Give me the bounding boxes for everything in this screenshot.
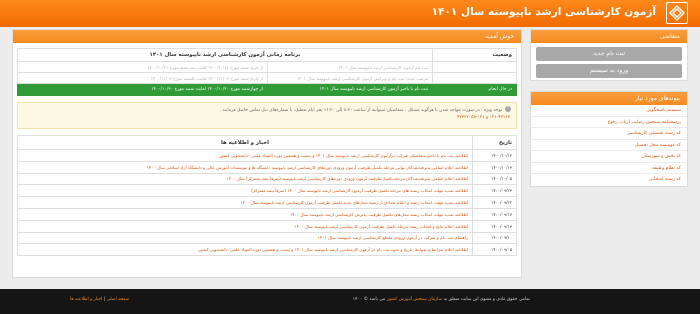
schedule-table: وضعیت برنامه زمانی آزمون کارشناسی ارشد ن… xyxy=(17,48,517,96)
support-notice: ! توجه ویژه : در صورت مواجه شدن با هرگون… xyxy=(17,102,517,129)
site-title: آزمون کارشناسی ارشد ناپیوسته سال ۱۴۰۱ xyxy=(431,6,656,18)
news-link[interactable]: اطلاعیه اعلام اسامی پذیرفته‌شدگان نهایی … xyxy=(17,160,473,174)
news-link[interactable]: اطلاعیه اعلام نتایج و انتخاب رشته مرحله … xyxy=(17,219,473,233)
news-row: ۱۴۰۰/۱۰/۰۵ اطلاعیه اعلام اسامی پذیرفته‌ش… xyxy=(17,172,517,186)
news-date: ۱۴۰۰/۱۰/۱۲ xyxy=(472,149,517,162)
link-exam-field-code[interactable]: کد رشته امتحانی xyxy=(531,174,687,186)
sidebar: متقاضی ثبت نام جدید ورود به سیستم پیونده… xyxy=(530,29,688,187)
news-link[interactable]: اطلاعیه اعلام شرایط و ضوابط، تاریخ و نحو… xyxy=(17,243,473,257)
org-link[interactable]: سازمان سنجش آموزش کشور xyxy=(387,297,442,302)
news-row: ۱۴۰۰/۰۹/۲۲ اطلاعیه تمدید مهلت انتخاب رشت… xyxy=(17,196,517,209)
footer-separator: | xyxy=(103,297,106,302)
news-link[interactable]: اطلاعیه تمدید مهلت انتخاب رشته و اعلام ت… xyxy=(17,196,473,209)
notice-text: توجه ویژه : در صورت مواجه شدن با هرگونه … xyxy=(219,108,502,113)
footer-home-link[interactable]: صفحه اصلی xyxy=(107,297,130,302)
news-date: ۱۴۰۰/۰۹/۲۳ xyxy=(472,184,517,198)
link-institute-code[interactable]: کد موسسه محل تحصیل xyxy=(531,140,687,151)
schedule-title-header: برنامه زمانی آزمون کارشناسی ارشد ناپیوست… xyxy=(17,48,433,62)
news-row: ۱۴۰۰/۱۰/۱۳ اطلاعیه اعلام اسامی پذیرفته‌ش… xyxy=(17,160,517,174)
news-row: ۱۴۰۰/۰۹/۱۳ اطلاعیه اعلام نتایج و انتخاب … xyxy=(17,219,517,233)
info-icon: ! xyxy=(505,106,511,112)
schedule-row: ثبت نام آزمون کارشناسی ارشد ناپیوسته سال… xyxy=(17,61,517,73)
site-header: آزمون کارشناسی ارشد ناپیوسته سال ۱۴۰۱ xyxy=(0,0,700,27)
news-title-header: اخبار و اطلاعیه ها xyxy=(17,135,473,150)
link-satisfaction-survey[interactable]: پرسشنامه سنجش رضایت ارباب رجوع xyxy=(531,117,687,128)
applicant-panel: متقاضی ثبت نام جدید ورود به سیستم xyxy=(530,29,688,81)
news-row: ۱۴۰۰/۰۹/۰۵ اطلاعیه اعلام شرایط و ضوابط، … xyxy=(17,243,517,257)
schedule-status-header: وضعیت xyxy=(432,48,517,62)
news-date: ۱۴۰۰/۱۰/۰۵ xyxy=(472,172,517,186)
schedule-active-row: در حال انجام ثبت نام با تاخیر آزمون کارش… xyxy=(17,83,517,96)
news-date: ۱۴۰۰/۰۹/۱۷ xyxy=(472,207,517,221)
link-bachelor-field-code[interactable]: کد رشته تحصیلی کارشناسی xyxy=(531,128,687,140)
link-district-city-code[interactable]: کد بخش و شهرستان xyxy=(531,151,687,163)
schedule-row-title: فرصت مجدد ثبت نام و ویرایش آزمون کارشناس… xyxy=(267,72,433,84)
schedule-row: فرصت مجدد ثبت نام و ویرایش آزمون کارشناس… xyxy=(17,72,517,84)
news-date: ۱۴۰۰/۰۹/۱۰ xyxy=(472,231,517,245)
useful-links-heading: پیوندهای مورد نیاز xyxy=(531,92,687,105)
schedule-active-title: ثبت نام با تاخیر آزمون کارشناسی ارشد ناپ… xyxy=(267,83,433,96)
copyright-year: می باشد © ۱۴۰۰ xyxy=(352,297,386,302)
news-link[interactable]: اطلاعیه اعلام اسامی پذیرفته‌شدگان مرحله … xyxy=(17,172,473,186)
schedule-row-date: از تاریخ شنبه مورخ ۱۴۰۰/۱۱/۰۲ لغایت یکشن… xyxy=(17,72,268,84)
welcome-heading: خوش آمدید xyxy=(13,30,521,43)
schedule-active-status: در حال انجام xyxy=(432,83,517,96)
footer-nav: صفحه اصلی | اخبار و اطلاعیه ها xyxy=(70,297,129,302)
notice-phones: ۰۲۱-۴۲۱۶۳ و ۰۲۱-۴۲۳۲۲۰۵۸ xyxy=(457,115,510,120)
schedule-row-title: ثبت نام آزمون کارشناسی ارشد ناپیوسته سال… xyxy=(267,61,433,73)
schedule-active-date: از چهارشنبه مورخ ۱۴۰۰/۱۰/۲۰ لغایت شنبه م… xyxy=(17,83,268,96)
news-link[interactable]: اطلاعیه تمدید مهلت انتخاب رشته محل‌های ت… xyxy=(17,207,473,221)
news-row: ۱۴۰۰/۰۹/۲۳ اطلاعیه تمدید مهلت انتخاب رشت… xyxy=(17,184,517,198)
footer-copyright: تمامی حقوق مادی و معنوی این سایت متعلق ب… xyxy=(353,297,530,302)
news-row: ۱۴۰۰/۰۹/۱۷ اطلاعیه تمدید مهلت انتخاب رشت… xyxy=(17,207,517,221)
useful-links-list: سیستم پاسخگویی پرسشنامه سنجش رضایت ارباب… xyxy=(531,105,687,186)
schedule-row-date: از تاریخ شنبه مورخ ۱۴۰۰/۱۰/۱۱ لغایت سه ش… xyxy=(17,61,268,73)
footer-news-link[interactable]: اخبار و اطلاعیه ها xyxy=(70,297,102,302)
news-header-row: تاریخ اخبار و اطلاعیه ها xyxy=(17,135,517,150)
site-logo-icon[interactable] xyxy=(666,2,688,24)
link-support-system[interactable]: سیستم پاسخگویی xyxy=(531,105,687,117)
news-row: ۱۴۰۰/۱۰/۱۲ اطلاعیه ثبت نام با تاخیر متقا… xyxy=(17,149,517,162)
schedule-row-status xyxy=(432,61,517,73)
copyright-text: تمامی حقوق مادی و معنوی این سایت متعلق ب… xyxy=(443,297,530,302)
news-table: تاریخ اخبار و اطلاعیه ها ۱۴۰۰/۱۰/۱۲ اطلا… xyxy=(17,135,517,257)
news-date: ۱۴۰۰/۰۹/۰۵ xyxy=(472,243,517,257)
schedule-header-row: وضعیت برنامه زمانی آزمون کارشناسی ارشد ن… xyxy=(17,48,517,62)
news-row: ۱۴۰۰/۰۹/۱۰ راهنمای ثبت نام و شرکت در آزم… xyxy=(17,231,517,245)
news-date: ۱۴۰۰/۰۹/۲۲ xyxy=(472,196,517,209)
schedule-row-status xyxy=(432,72,517,84)
link-military-service-code[interactable]: کد نظام وظیفه xyxy=(531,163,687,174)
welcome-panel: خوش آمدید وضعیت برنامه زمانی آزمون کارشن… xyxy=(12,29,522,278)
news-link[interactable]: راهنمای ثبت نام و شرکت در آزمون ورودی مق… xyxy=(17,231,473,245)
news-date: ۱۴۰۰/۰۹/۱۳ xyxy=(472,219,517,233)
register-button[interactable]: ثبت نام جدید xyxy=(536,47,682,61)
news-date: ۱۴۰۰/۱۰/۱۳ xyxy=(472,160,517,174)
news-link[interactable]: اطلاعیه تمدید مهلت انتخاب رشته های مرحله… xyxy=(17,184,473,198)
news-date-header: تاریخ xyxy=(472,135,517,150)
site-footer: تمامی حقوق مادی و معنوی این سایت متعلق ب… xyxy=(0,289,700,314)
login-button[interactable]: ورود به سیستم xyxy=(536,64,682,78)
news-link[interactable]: اطلاعیه ثبت نام با تاخیر متقاضیان شرکت د… xyxy=(17,149,473,162)
useful-links-panel: پیوندهای مورد نیاز سیستم پاسخگویی پرسشنا… xyxy=(530,91,688,187)
applicant-panel-heading: متقاضی xyxy=(531,30,687,43)
